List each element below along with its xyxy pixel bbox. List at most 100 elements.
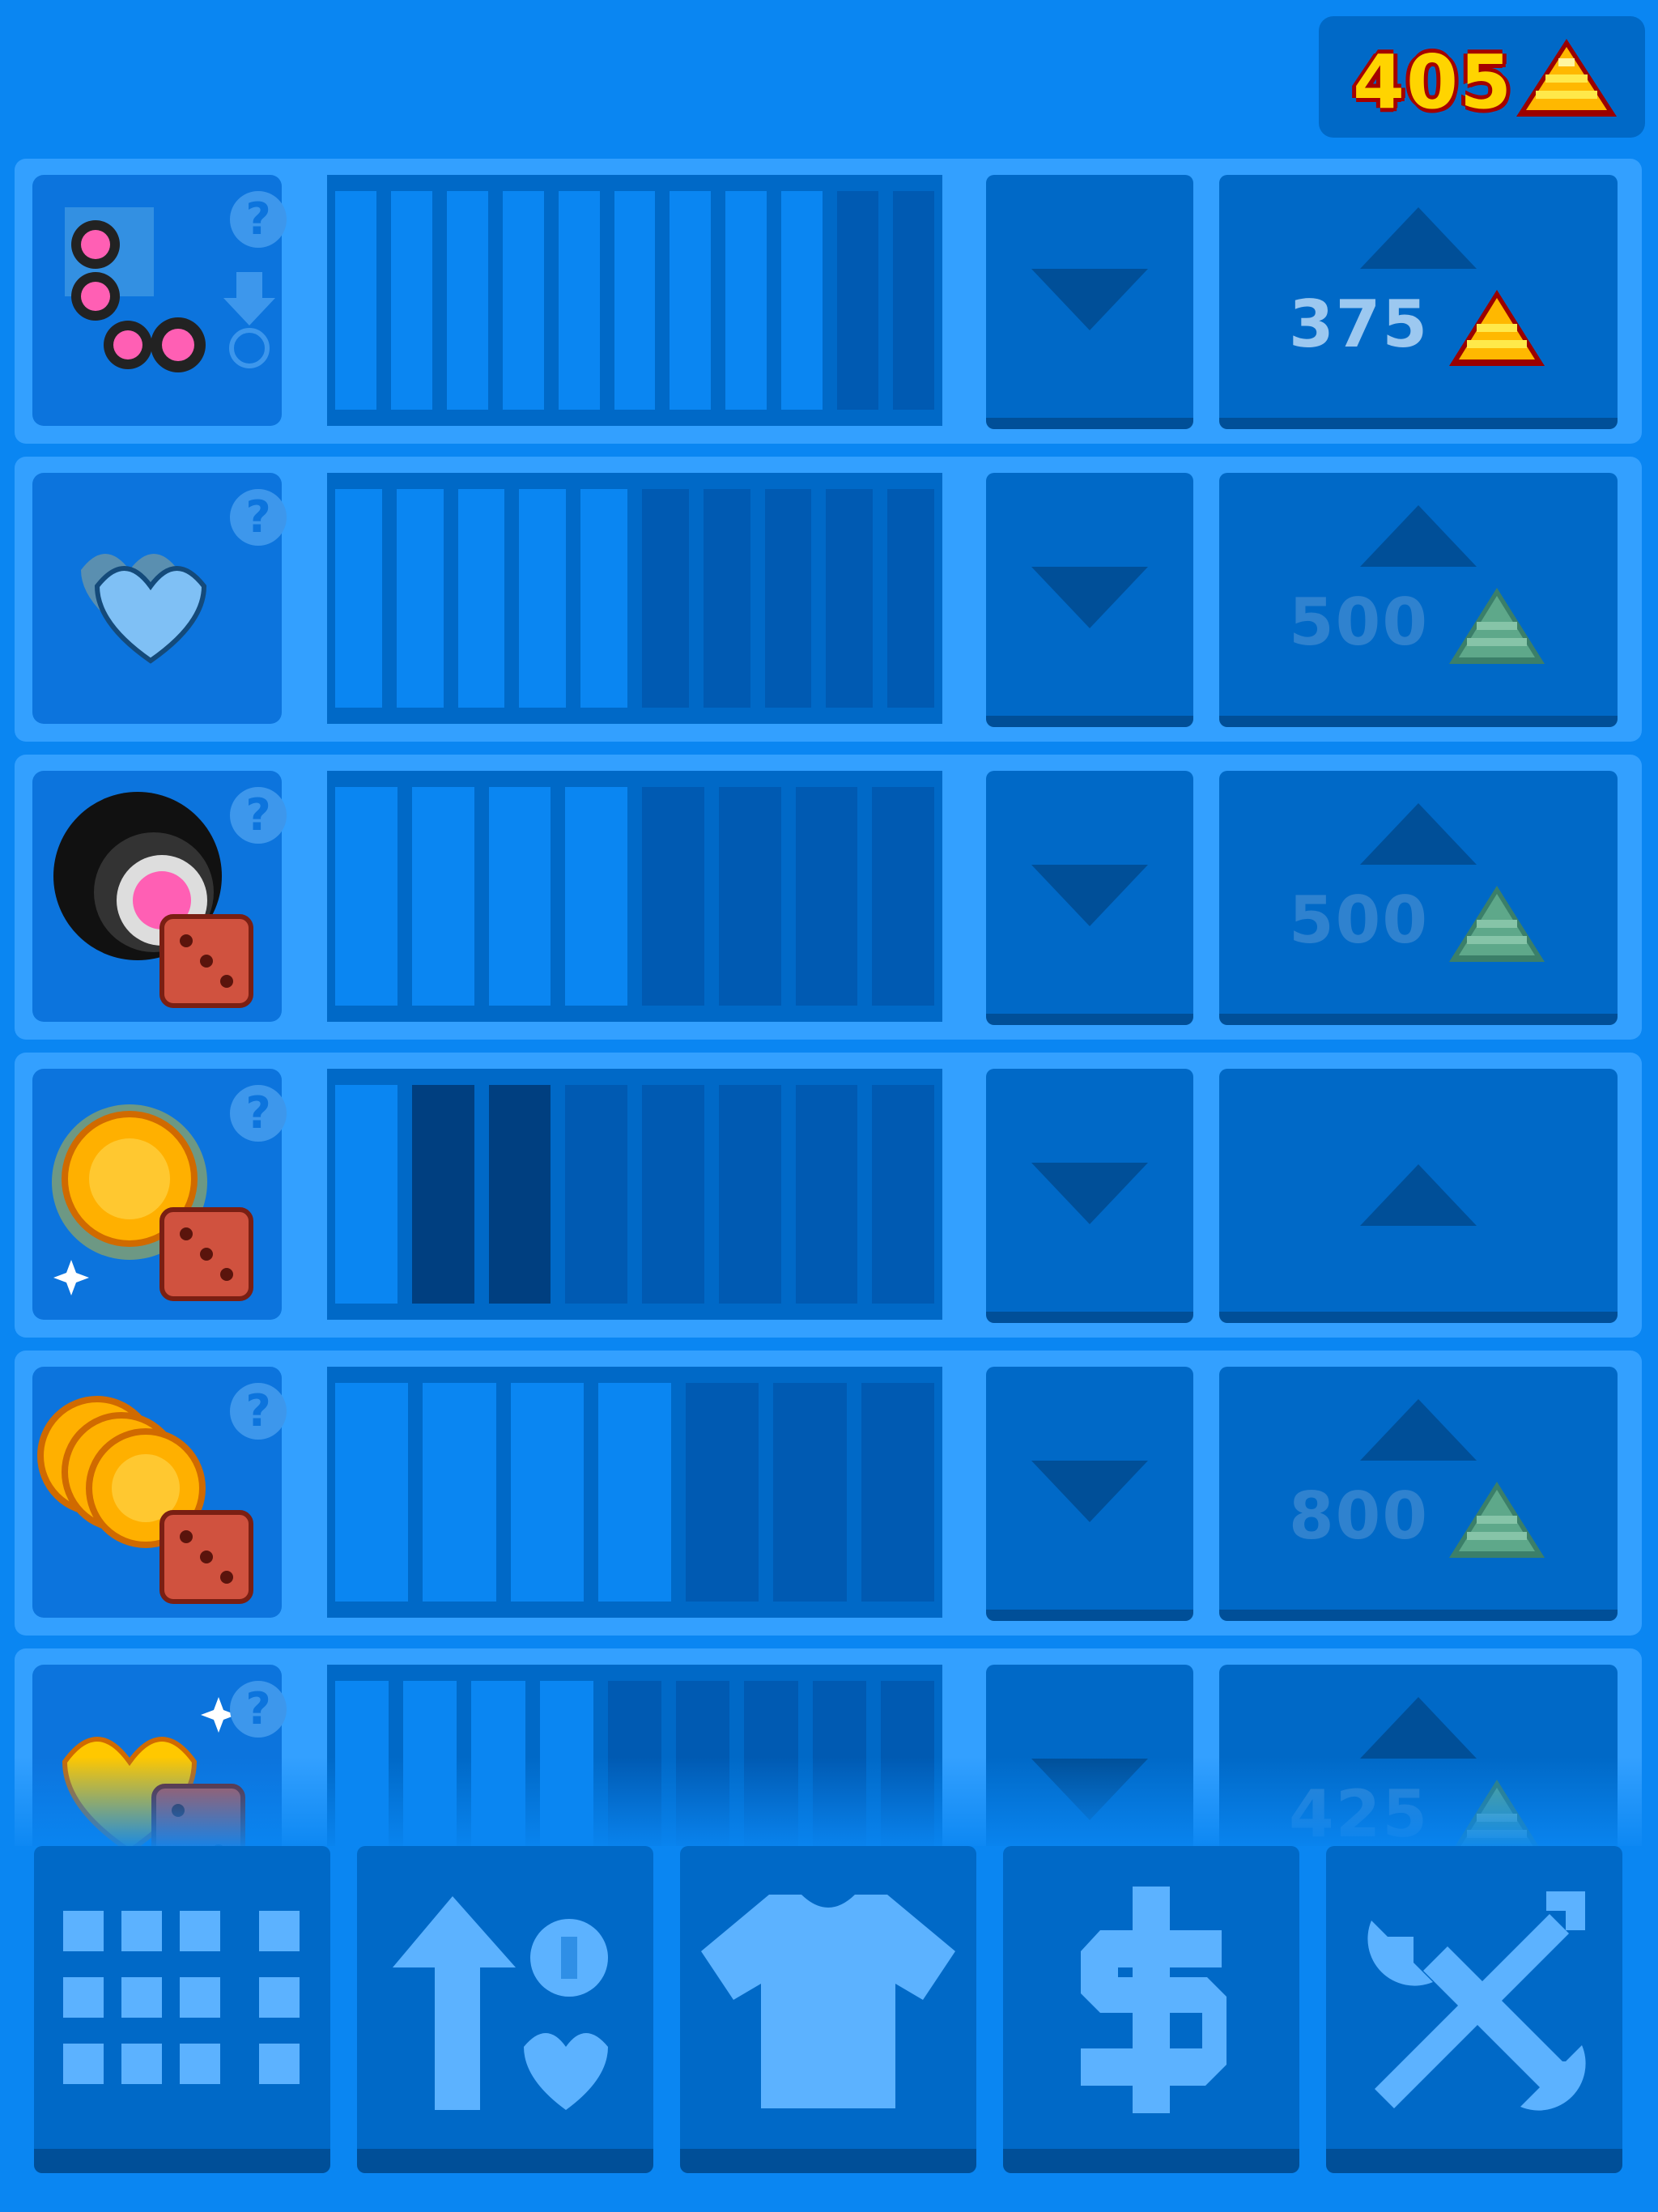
gold-pile-disabled-icon <box>1449 886 1545 962</box>
level-progress <box>327 771 942 1022</box>
upgrade-price: 800 <box>1289 1478 1429 1554</box>
arrow-up-icon <box>1360 1399 1477 1461</box>
gold-pile-disabled-icon <box>1449 588 1545 664</box>
level-segment-filled <box>390 191 432 410</box>
level-segment-empty <box>872 1085 934 1304</box>
level-segment-filled <box>597 1383 672 1602</box>
level-segment-empty <box>565 1085 627 1304</box>
arrow-up-icon <box>1360 1164 1477 1226</box>
upgrade-icon-panel: ? <box>32 175 287 426</box>
nav-skins-button[interactable] <box>680 1846 976 2173</box>
currency-amount: 405 <box>1353 39 1514 125</box>
currency-display: 405 <box>1319 16 1645 138</box>
level-segment-empty <box>764 489 812 708</box>
level-segment-empty <box>887 489 934 708</box>
arrow-up-icon <box>1360 505 1477 567</box>
downgrade-button[interactable] <box>986 1367 1193 1621</box>
upgrade-button[interactable]: 800 <box>1219 1367 1618 1621</box>
level-progress <box>327 1367 942 1618</box>
level-segment-filled <box>510 1383 584 1602</box>
upgrade-button[interactable]: 500 <box>1219 473 1618 727</box>
upgrade-price: 375 <box>1289 287 1429 362</box>
upgrade-icon-panel: ? <box>32 771 287 1022</box>
arrow-up-icon <box>1360 803 1477 865</box>
gold-pile-icon <box>1516 39 1617 117</box>
level-segment-filled <box>558 191 600 410</box>
shirt-icon <box>701 1895 955 2108</box>
level-segment-empty <box>861 1383 934 1602</box>
arrow-down-icon <box>1031 1461 1148 1522</box>
level-segment-filled <box>411 787 474 1006</box>
level-segment-filled <box>446 191 488 410</box>
level-segment-filled <box>502 191 544 410</box>
level-segment-empty <box>795 787 858 1006</box>
level-segment-empty <box>642 489 689 708</box>
downgrade-button[interactable] <box>986 1069 1193 1323</box>
level-segment-empty <box>795 1085 858 1304</box>
nav-upgrades-button[interactable] <box>357 1846 653 2173</box>
level-segment-filled <box>335 489 382 708</box>
arrow-down-icon <box>1031 1759 1148 1820</box>
level-segment-empty <box>872 787 934 1006</box>
upgrade-button[interactable]: 375 <box>1219 175 1618 429</box>
upgrade-row: ? <box>15 1053 1642 1338</box>
dollar-icon <box>1081 1887 1226 2113</box>
upgrade-row: ? 800 <box>15 1351 1642 1636</box>
bottom-nav <box>0 1846 1658 2212</box>
downgrade-button[interactable] <box>986 473 1193 727</box>
help-icon[interactable]: ? <box>230 1681 287 1738</box>
level-segment-empty <box>837 191 879 410</box>
level-segment-empty <box>703 489 750 708</box>
arrow-up-icon <box>1360 1697 1477 1759</box>
level-segment-empty <box>893 191 934 410</box>
level-segment-filled <box>396 489 444 708</box>
level-segment-filled <box>725 191 767 410</box>
level-segment-filled <box>335 1085 397 1304</box>
tools-icon <box>1367 1891 1586 2111</box>
nav-shop-button[interactable] <box>1003 1846 1299 2173</box>
downgrade-button[interactable] <box>986 771 1193 1025</box>
level-segment-filled <box>335 1383 409 1602</box>
upgrade-icon-panel: ? <box>32 1367 287 1618</box>
help-icon[interactable]: ? <box>230 489 287 546</box>
nav-grid-button[interactable] <box>34 1846 330 2173</box>
level-segment-filled <box>781 191 823 410</box>
level-segment-filled <box>488 787 551 1006</box>
level-progress <box>327 1069 942 1320</box>
help-icon[interactable]: ? <box>230 1085 287 1142</box>
level-segment-filled <box>580 489 627 708</box>
grid-icon <box>63 1911 300 2084</box>
arrow-down-icon <box>1031 567 1148 628</box>
level-progress <box>327 473 942 724</box>
level-segment-filled <box>335 191 376 410</box>
upgrade-price: 500 <box>1289 585 1429 660</box>
upgrade-price: 425 <box>1289 1776 1429 1852</box>
level-segment-empty <box>718 1085 781 1304</box>
upgrade-button[interactable]: 500 <box>1219 771 1618 1025</box>
gold-pile-disabled-icon <box>1449 1482 1545 1558</box>
upgrade-price: 500 <box>1289 883 1429 958</box>
arrow-down-icon <box>1031 269 1148 330</box>
level-segment-filled <box>670 191 712 410</box>
level-segment-filled <box>423 1383 496 1602</box>
upgrade-row: ? 375 <box>15 159 1642 444</box>
level-segment-filled <box>614 191 656 410</box>
upgrade-button[interactable] <box>1219 1069 1618 1323</box>
level-segment-empty <box>773 1383 847 1602</box>
arrow-down-icon <box>1031 865 1148 926</box>
level-progress <box>327 175 942 426</box>
arrow-up-icon <box>1360 207 1477 269</box>
upgrade-icon-panel: ? <box>32 1069 287 1320</box>
level-segment-filled <box>335 787 397 1006</box>
help-icon[interactable]: ? <box>230 191 287 248</box>
level-segment-filled <box>457 489 505 708</box>
gold-pile-icon <box>1449 290 1545 366</box>
help-icon[interactable]: ? <box>230 787 287 844</box>
level-segment-empty <box>642 787 704 1006</box>
nav-settings-button[interactable] <box>1326 1846 1622 2173</box>
level-segment-empty <box>686 1383 759 1602</box>
downgrade-button[interactable] <box>986 175 1193 429</box>
level-segment-empty <box>826 489 874 708</box>
upgrade-row: ? 500 <box>15 457 1642 742</box>
help-icon[interactable]: ? <box>230 1383 287 1440</box>
